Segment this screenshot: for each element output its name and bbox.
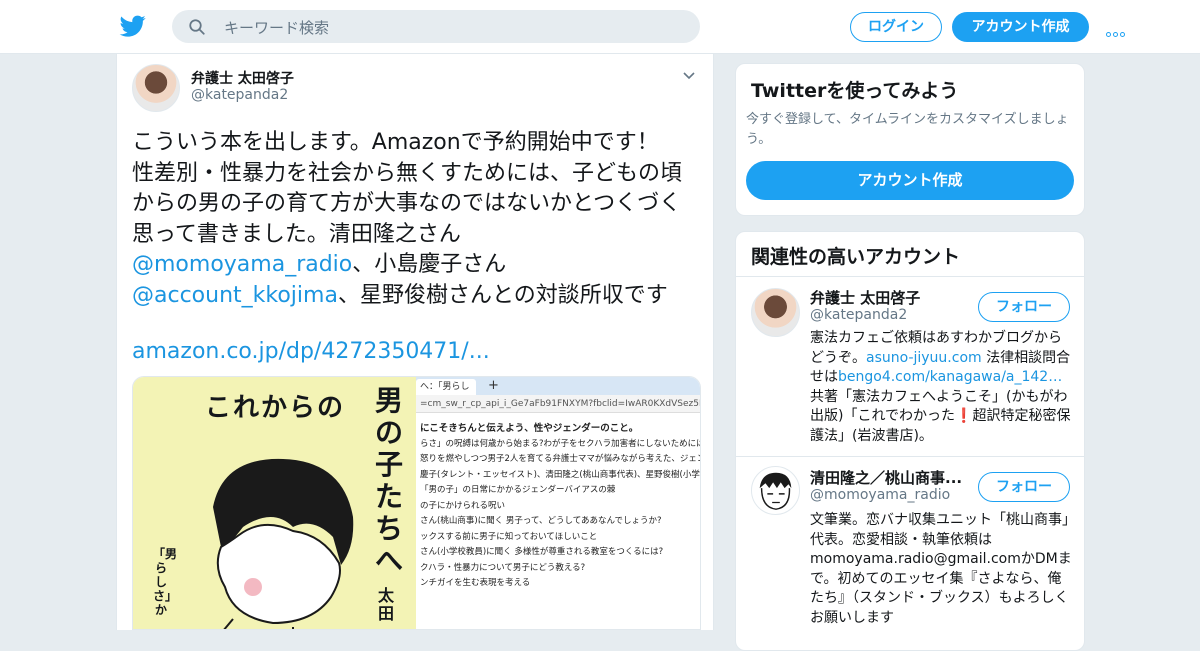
browser-tab-bar: へ：「男らしさ + xyxy=(416,377,700,408)
follow-button[interactable]: フォロー xyxy=(978,292,1070,322)
book-cover: これからの 男の子たちへ 「男らしさ」か 太田 xyxy=(133,377,416,629)
author-avatar[interactable] xyxy=(132,64,180,112)
page-line: にこそきちんと伝えよう、性やジェンダーのこと。 xyxy=(420,423,639,434)
page-line: の子にかけられる呪い xyxy=(420,500,506,511)
account-handle[interactable]: @katepanda2 xyxy=(810,307,907,323)
related-accounts-title: 関連性の高いアカウント xyxy=(751,246,961,268)
author-name[interactable]: 弁護士 太田啓子 xyxy=(191,68,294,88)
book-title-horizontal: これからの xyxy=(205,393,346,423)
tweet-text-part: 、小島慶子さん xyxy=(352,252,507,277)
tweet-card: 弁護士 太田啓子 @katepanda2 こういう本を出します。Amazonで予… xyxy=(116,54,714,630)
search-placeholder[interactable]: キーワード検索 xyxy=(224,17,329,38)
mention-link[interactable]: @account_kkojima xyxy=(132,283,338,308)
mention-link[interactable]: @momoyama_radio xyxy=(132,252,352,277)
bio-link[interactable]: bengo4.com/kanagawa/a_142… xyxy=(838,369,1062,385)
top-navigation-bar: キーワード検索 ログイン アカウント作成 xyxy=(0,0,1200,54)
more-options-icon[interactable] xyxy=(1106,22,1130,37)
page-line: ックスする前に男子に知っておいてほしいこと xyxy=(420,531,598,542)
account-avatar[interactable] xyxy=(751,288,800,337)
account-name[interactable]: 清田隆之／桃山商事... xyxy=(810,467,962,488)
divider xyxy=(736,276,1084,277)
chevron-down-icon[interactable] xyxy=(683,72,695,80)
twitter-bird-icon[interactable] xyxy=(119,13,147,39)
search-icon xyxy=(189,19,205,35)
signup-button-large[interactable]: アカウント作成 xyxy=(746,161,1074,200)
exclamation-icon: ❗ xyxy=(955,408,973,424)
divider xyxy=(736,456,1084,457)
author-handle[interactable]: @katepanda2 xyxy=(191,87,288,103)
tweet-text-part: こういう本を出します。Amazonで予約開始中です！ 性差別・性暴力を社会から無… xyxy=(132,130,683,247)
bio-link[interactable]: asuno-jiyuu.com xyxy=(866,350,982,366)
account-bio: 文筆業。恋バナ収集ユニット「桃山商事」代表。恋愛相談・執筆依頼はmomoyama… xyxy=(810,512,1072,626)
signup-button[interactable]: アカウント作成 xyxy=(952,12,1089,42)
browser-url-bar: =cm_sw_r_cp_api_i_Ge7aFb91FNXYM?fbclid=I… xyxy=(416,395,700,413)
browser-screenshot: へ：「男らしさ + =cm_sw_r_cp_api_i_Ge7aFb91FNXY… xyxy=(416,377,700,629)
tweet-text-part: 、星野俊樹さんとの対談所収です xyxy=(337,282,668,308)
page-line: さん(桃山商事)に聞く 男子って、どうしてああなんでしょうか? xyxy=(420,516,662,526)
try-twitter-subtitle: 今すぐ登録して、タイムラインをカスタマイズしましょう。 xyxy=(746,112,1069,147)
account-bio: 憲法カフェご依頼はあすわかブログからどうぞ。asuno-jiyuu.com 法律… xyxy=(810,329,1072,446)
search-box[interactable]: キーワード検索 xyxy=(172,10,700,43)
tweet-media-image[interactable]: これからの 男の子たちへ 「男らしさ」か 太田 へ：「男らしさ + =cm_sw… xyxy=(132,376,701,630)
tweet-text: こういう本を出します。Amazonで予約開始中です！ 性差別・性暴力を社会から無… xyxy=(132,128,702,311)
account-name[interactable]: 弁護士 太田啓子 xyxy=(810,287,920,308)
follow-button[interactable]: フォロー xyxy=(978,472,1070,502)
page-line: 怒りを燃やしつつ男子2人を育てる弁護士ママが悩みながら考えた、ジェンダ xyxy=(420,454,700,464)
account-avatar[interactable] xyxy=(751,466,800,515)
browser-tab: へ：「男らしさ xyxy=(416,379,476,408)
browser-page-text: にこそきちんと伝えよう、性やジェンダーのこと。 らさ」の呪縛は何歳から始まる?わ… xyxy=(420,421,700,592)
tweet-url-link[interactable]: amazon.co.jp/dp/4272350471/... xyxy=(132,339,490,364)
page-line: らさ」の呪縛は何歳から始まる?わが子をセクハラ加害者にしないためには? xyxy=(420,438,700,449)
page-line: ンチガイを生む表現を考える xyxy=(420,578,531,588)
boy-illustration xyxy=(213,458,354,629)
book-title-vertical: 男の子たちへ xyxy=(374,384,403,577)
page-line: さん(小学校教員)に聞く 多様性が尊重される教室をつくるには? xyxy=(420,547,664,557)
page-line: 「男の子」の日常にかかるジェンダーバイアスの棘 xyxy=(420,485,616,495)
page-line: クハラ・性暴力について男子にどう教える? xyxy=(420,562,586,573)
page-line: 慶子(タレント・エッセイスト)、清田隆之(桃山商事代表)、星野俊樹(小学校教 xyxy=(420,469,700,480)
related-accounts-card: 関連性の高いアカウント 弁護士 太田啓子 @katepanda2 フォロー 憲法… xyxy=(735,231,1085,651)
try-twitter-title: Twitterを使ってみよう xyxy=(751,80,959,102)
try-twitter-card: Twitterを使ってみよう 今すぐ登録して、タイムラインをカスタマイズしましょ… xyxy=(735,63,1085,216)
new-tab-icon: + xyxy=(488,378,499,393)
account-handle[interactable]: @momoyama_radio xyxy=(810,487,950,503)
book-author: 太田 xyxy=(378,586,395,623)
book-side-text: 「男らしさ」か xyxy=(153,547,178,617)
login-button[interactable]: ログイン xyxy=(850,12,942,42)
